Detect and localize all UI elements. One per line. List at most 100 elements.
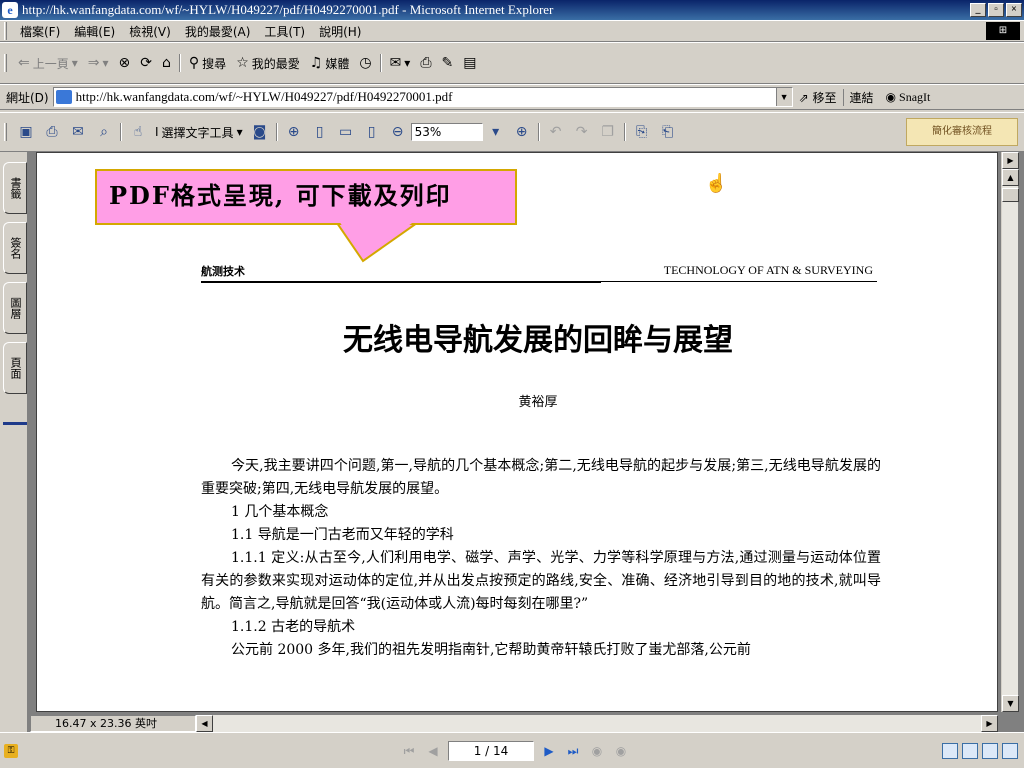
address-url[interactable]: http://hk.wanfangdata.com/wf/~HYLW/H0492… xyxy=(76,89,776,105)
tab-signatures[interactable]: 簽名 xyxy=(3,222,27,274)
address-input[interactable]: http://hk.wanfangdata.com/wf/~HYLW/H0492… xyxy=(52,87,793,107)
stop-icon: ⊗ xyxy=(118,55,131,71)
mail-button[interactable]: ✉ ▾ xyxy=(385,53,416,73)
single-page-icon[interactable] xyxy=(942,743,958,759)
menu-help[interactable]: 說明(H) xyxy=(312,23,368,40)
toolbar-grip[interactable] xyxy=(4,123,7,141)
page-icon xyxy=(55,90,72,104)
tab-bookmarks[interactable]: 書籤 xyxy=(3,162,27,214)
discuss-button[interactable]: ▤ xyxy=(458,53,481,73)
zoom-plus-icon[interactable]: ⊕ xyxy=(511,121,533,143)
minimize-button[interactable]: _ xyxy=(970,3,986,17)
snagit-button[interactable]: ◉ SnagIt xyxy=(880,90,937,105)
menu-view[interactable]: 檢視(V) xyxy=(122,23,178,40)
continuous-icon[interactable] xyxy=(962,743,978,759)
favorites-button[interactable]: ☆ 我的最愛 xyxy=(231,53,305,74)
scroll-thumb[interactable] xyxy=(1002,188,1019,202)
horizontal-scrollbar[interactable]: ◀ ▶ xyxy=(196,715,998,732)
vertical-scrollbar[interactable]: ▶ ▲ ▼ xyxy=(1001,152,1019,712)
close-button[interactable]: × xyxy=(1006,3,1022,17)
last-page-icon[interactable]: ⏭ xyxy=(564,742,582,760)
page-navigator: ⏮ ◀ 1 / 14 ▶ ⏭ ◉ ◉ xyxy=(400,741,630,761)
home-button[interactable]: ⌂ xyxy=(157,53,176,73)
search-button[interactable]: ⚲ 搜尋 xyxy=(184,53,231,74)
review-icon[interactable]: ⎗ xyxy=(657,121,679,143)
favorites-icon: ☆ xyxy=(236,55,249,71)
article-title: 无线电导航发展的回眸与展望 xyxy=(343,323,733,358)
pdf-page[interactable]: PDF格式呈現, 可下載及列印 ☝ 航测技术 TECHNOLOGY OF ATN… xyxy=(36,152,998,712)
tab-pages[interactable]: 頁面 xyxy=(3,342,27,394)
notepad-icon: ▤ xyxy=(463,55,477,71)
scroll-up-icon[interactable]: ▲ xyxy=(1002,169,1019,186)
first-page-icon[interactable]: ⏮ xyxy=(400,742,418,760)
print-icon[interactable]: ⎙ xyxy=(41,121,63,143)
print-button[interactable]: ⎙ xyxy=(415,53,436,73)
scroll-left-icon[interactable]: ◀ xyxy=(196,715,213,732)
ie-logo-icon: e xyxy=(2,2,18,18)
next-view-icon[interactable]: ◉ xyxy=(612,742,630,760)
scroll-right-icon[interactable]: ▶ xyxy=(1002,152,1019,169)
rotate-left-icon[interactable]: ↶ xyxy=(545,121,567,143)
scroll-down-icon[interactable]: ▼ xyxy=(1002,695,1019,712)
status-bar: ⚿ ⏮ ◀ 1 / 14 ▶ ⏭ ◉ ◉ xyxy=(0,732,1024,768)
menu-file[interactable]: 檔案(F) xyxy=(13,23,67,40)
forward-button[interactable]: ⇒ ▾ xyxy=(83,53,114,73)
menu-tools[interactable]: 工具(T) xyxy=(257,23,312,40)
edit-page-button[interactable]: ✎ xyxy=(437,53,459,73)
page-number-input[interactable]: 1 / 14 xyxy=(448,741,534,761)
previous-page-icon[interactable]: ◀ xyxy=(424,742,442,760)
menu-favorites[interactable]: 我的最愛(A) xyxy=(178,23,258,40)
refresh-icon: ⟳ xyxy=(140,55,153,71)
zoom-input[interactable]: 53% xyxy=(410,123,483,141)
find-icon[interactable]: ⌕ xyxy=(93,121,115,143)
address-dropdown-button[interactable]: ▼ xyxy=(775,88,792,106)
actual-size-icon[interactable]: ▯ xyxy=(309,121,331,143)
toolbar-grip[interactable] xyxy=(4,54,7,72)
maximize-button[interactable]: ▫ xyxy=(988,3,1004,17)
back-button[interactable]: ⇐ 上一頁 ▾ xyxy=(13,53,83,74)
pdf-viewer: 書籤 簽名 圖層 頁面 PDF格式呈現, 可下載及列印 ☝ 航测技术 TECHN… xyxy=(0,152,1024,732)
create-pdf-icon[interactable]: ⎘ xyxy=(631,121,653,143)
media-button[interactable]: ♫ 媒體 xyxy=(305,53,355,74)
scroll-right-arrow-icon[interactable]: ▶ xyxy=(981,715,998,732)
fit-page-icon[interactable]: ▭ xyxy=(335,121,357,143)
chevron-down-icon: ▾ xyxy=(71,56,78,70)
toolbar-separator xyxy=(178,54,181,72)
zoom-in-icon[interactable]: ⊕ xyxy=(283,121,305,143)
next-page-icon[interactable]: ▶ xyxy=(540,742,558,760)
toolbar-separator xyxy=(120,123,122,141)
snapshot-icon[interactable]: ◙ xyxy=(249,121,271,143)
go-button[interactable]: ⇗ 移至 xyxy=(793,89,843,106)
fit-width-icon[interactable]: ▯ xyxy=(361,121,383,143)
select-text-tool[interactable]: Ⅰ 選擇文字工具 ▾ xyxy=(151,124,247,141)
continuous-facing-icon[interactable] xyxy=(1002,743,1018,759)
go-arrow-icon: ⇗ xyxy=(798,90,809,105)
article-body: 今天,我主要讲四个问题,第一,导航的几个基本概念;第二,无线电导航的起步与发展;… xyxy=(201,455,881,662)
copy-icon[interactable]: ❐ xyxy=(597,121,619,143)
facing-icon[interactable] xyxy=(982,743,998,759)
previous-view-icon[interactable]: ◉ xyxy=(588,742,606,760)
favorites-label: 我的最愛 xyxy=(251,56,300,71)
tab-layers[interactable]: 圖層 xyxy=(3,282,27,334)
back-arrow-icon: ⇐ xyxy=(18,55,30,71)
menu-edit[interactable]: 編輯(E) xyxy=(67,23,122,40)
paragraph: 公元前 2000 多年,我们的祖先发明指南针,它帮助黄帝轩辕氏打败了蚩尤部落,公… xyxy=(231,642,751,658)
toolbar-grip[interactable] xyxy=(4,22,7,40)
links-button[interactable]: 連結 xyxy=(842,88,880,106)
forward-arrow-icon: ⇒ xyxy=(87,55,100,71)
rotate-right-icon[interactable]: ↷ xyxy=(571,121,593,143)
toolbar-separator xyxy=(379,54,382,72)
nav-pane-handle[interactable] xyxy=(3,422,27,425)
media-icon: ♫ xyxy=(309,55,323,71)
zoom-out-icon[interactable]: ⊖ xyxy=(387,121,409,143)
hand-tool-icon[interactable]: ☝ xyxy=(127,121,149,143)
address-label: 網址(D) xyxy=(6,90,49,105)
save-icon[interactable]: ▣ xyxy=(15,121,37,143)
stop-button[interactable]: ⊗ xyxy=(114,53,136,73)
zoom-dropdown-icon[interactable]: ▾ xyxy=(485,121,507,143)
history-button[interactable]: ◷ xyxy=(354,53,376,73)
workflow-button[interactable]: 簡化審核流程 xyxy=(906,118,1018,146)
snagit-label: SnagIt xyxy=(899,89,931,104)
email-icon[interactable]: ✉ xyxy=(67,121,89,143)
refresh-button[interactable]: ⟳ xyxy=(135,53,157,73)
